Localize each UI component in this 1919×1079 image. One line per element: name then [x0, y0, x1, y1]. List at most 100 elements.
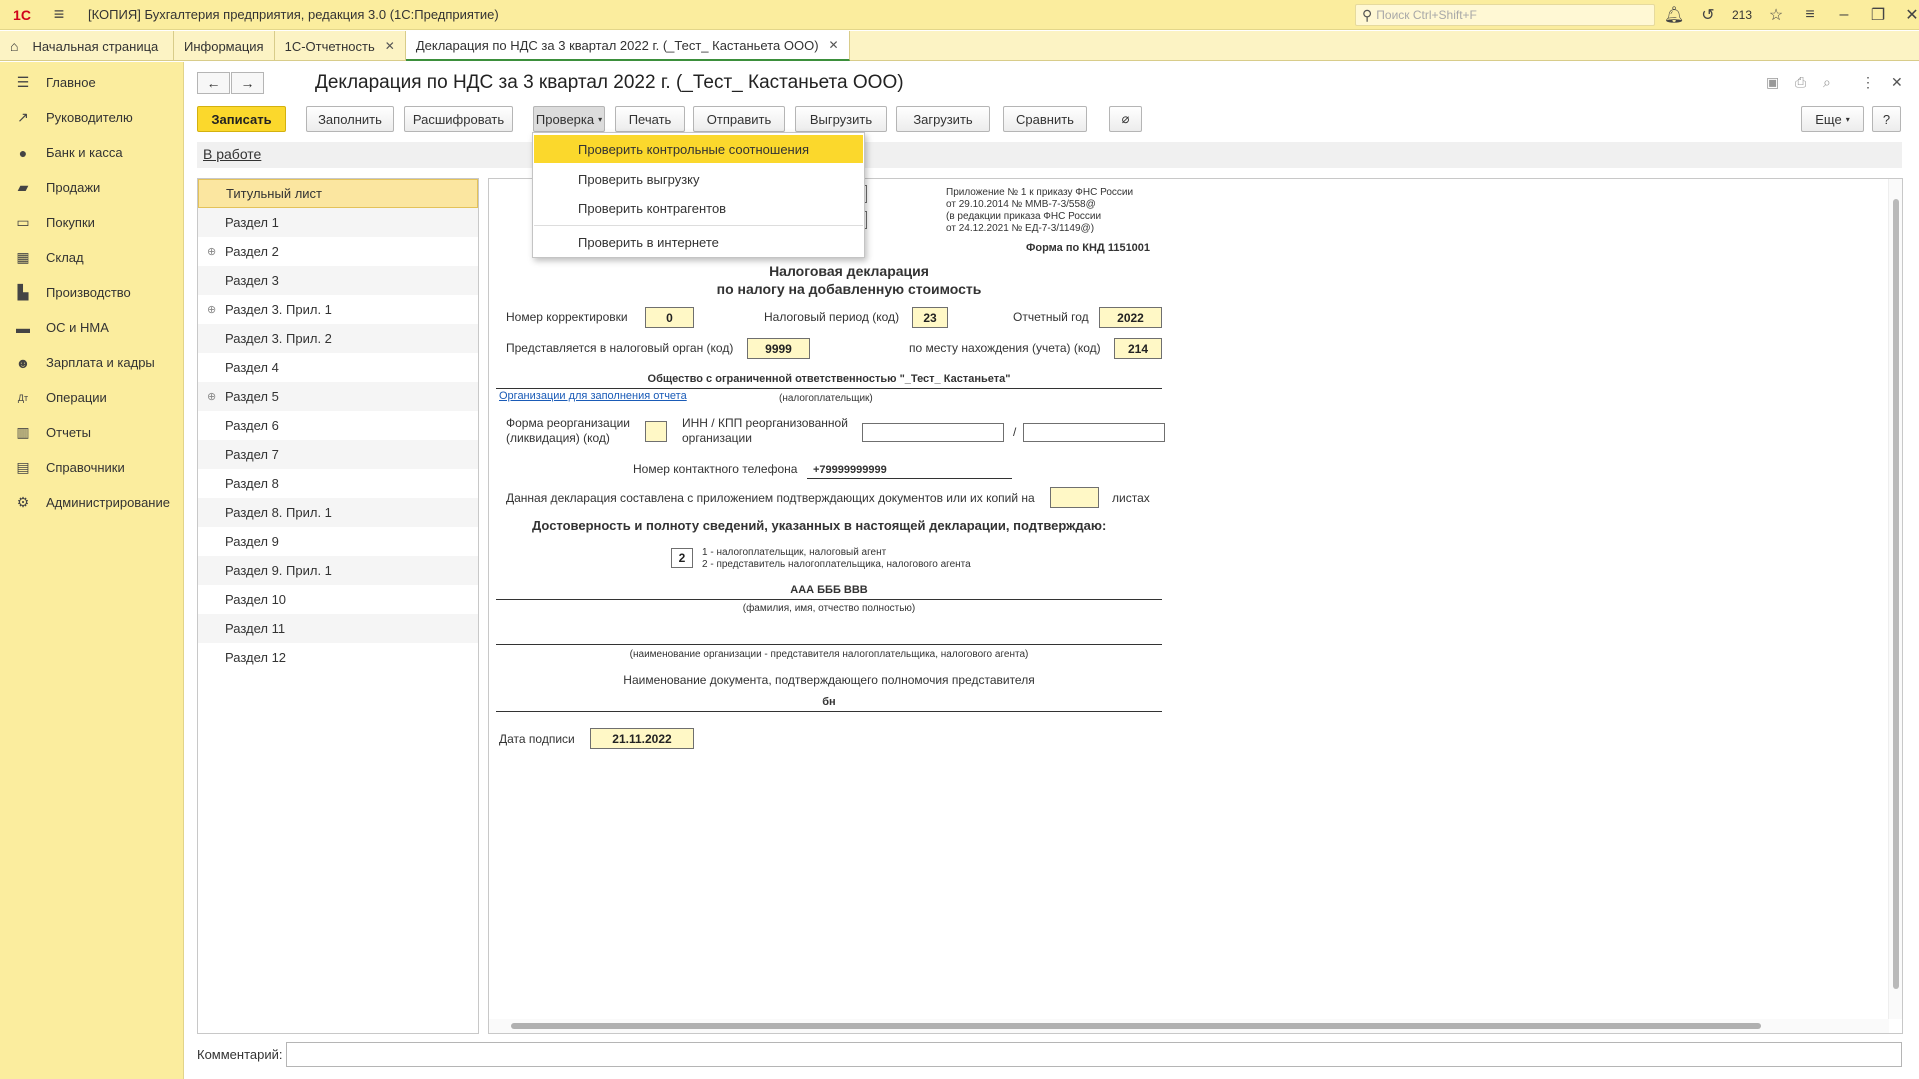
expand-icon[interactable]: ⊕ — [207, 390, 216, 403]
list-item[interactable]: Раздел 10 — [198, 585, 478, 614]
tab-reporting[interactable]: 1С-Отчетность ✕ — [275, 31, 406, 61]
pages-suffix: листах — [1112, 491, 1150, 505]
list-item[interactable]: Раздел 6 — [198, 411, 478, 440]
sidebar-item-catalogs[interactable]: ▤ Справочники — [0, 450, 183, 485]
list-item[interactable]: Раздел 9 — [198, 527, 478, 556]
more-vertical-icon[interactable]: ⋮ — [1861, 74, 1875, 91]
close-icon[interactable]: ✕ — [1895, 0, 1919, 30]
forward-button[interactable]: → — [231, 72, 264, 94]
sidebar-item-label: Главное — [46, 75, 96, 90]
fio-value[interactable]: ААА БББ ВВВ — [496, 584, 1162, 596]
phone-value[interactable]: +79999999999 — [813, 464, 887, 476]
menu-item-check-upload[interactable]: Проверить выгрузку — [534, 165, 863, 193]
sidebar-item-production[interactable]: ▙ Производство — [0, 275, 183, 310]
sign-date-field[interactable]: 21.11.2022 — [590, 728, 694, 749]
save-icon[interactable]: ▣ — [1766, 74, 1779, 91]
more-button[interactable]: Еще ▾ — [1801, 106, 1864, 132]
sidebar-item-reports[interactable]: ▥ Отчеты — [0, 415, 183, 450]
restore-icon[interactable]: ❐ — [1861, 0, 1895, 30]
list-item[interactable]: Раздел 4 — [198, 353, 478, 382]
period-label: Налоговый период (код) — [764, 310, 900, 324]
sidebar-item-assets[interactable]: ▬ ОС и НМА — [0, 310, 183, 345]
org-link[interactable]: Организации для заполнения отчета — [499, 390, 687, 402]
minimize-icon[interactable]: – — [1827, 0, 1861, 30]
list-item[interactable]: ⊕ Раздел 5 — [198, 382, 478, 411]
correction-field[interactable]: 0 — [645, 307, 694, 328]
decode-button[interactable]: Расшифровать — [404, 106, 513, 132]
list-item[interactable]: Раздел 1 — [198, 208, 478, 237]
list-item[interactable]: Титульный лист — [198, 179, 478, 208]
menu-item-check-online[interactable]: Проверить в интернете — [534, 228, 863, 256]
search-input[interactable]: ⚲ Поиск Ctrl+Shift+F — [1355, 4, 1655, 26]
back-button[interactable]: ← — [197, 72, 230, 94]
history-icon[interactable]: ↺ — [1691, 0, 1725, 30]
sidebar-item-operations[interactable]: Дт Операции — [0, 380, 183, 415]
expand-icon[interactable]: ⊕ — [207, 303, 216, 316]
menu-item-check-counterparties[interactable]: Проверить контрагентов — [534, 194, 863, 222]
list-item[interactable]: Раздел 11 — [198, 614, 478, 643]
list-item[interactable]: ⊕ Раздел 3. Прил. 1 — [198, 295, 478, 324]
load-button[interactable]: Загрузить — [896, 106, 990, 132]
list-item[interactable]: Раздел 8. Прил. 1 — [198, 498, 478, 527]
list-item[interactable]: Раздел 12 — [198, 643, 478, 672]
vertical-scrollbar[interactable] — [1888, 179, 1902, 1019]
list-item[interactable]: Раздел 9. Прил. 1 — [198, 556, 478, 585]
pages-field[interactable] — [1050, 487, 1099, 508]
bell-icon[interactable]: 🔔︎ — [1657, 0, 1691, 30]
scroll-thumb[interactable] — [511, 1023, 1761, 1029]
period-field[interactable]: 23 — [912, 307, 948, 328]
sidebar-item-manager[interactable]: ↗ Руководителю — [0, 100, 183, 135]
cart-icon: ▭ — [16, 214, 30, 230]
list-item[interactable]: Раздел 3. Прил. 2 — [198, 324, 478, 353]
send-button[interactable]: Отправить — [693, 106, 785, 132]
menu-item-check-ratios[interactable]: Проверить контрольные соотношения — [534, 135, 863, 163]
scroll-thumb[interactable] — [1893, 199, 1899, 989]
notification-count[interactable]: 213 — [1725, 8, 1759, 22]
list-item[interactable]: Раздел 3 — [198, 266, 478, 295]
settings-menu-icon[interactable]: ≡ — [1793, 0, 1827, 30]
reorg-inn-field[interactable] — [862, 423, 1004, 442]
list-item[interactable]: ⊕ Раздел 2 — [198, 237, 478, 266]
preview-icon[interactable]: ⌕ — [1823, 74, 1831, 91]
expand-icon[interactable]: ⊕ — [207, 245, 216, 258]
close-form-icon[interactable]: ✕ — [1891, 74, 1903, 91]
tab-home[interactable]: ⌂ Начальная страница — [0, 31, 174, 61]
sidebar-item-admin[interactable]: ⚙ Администрирование — [0, 485, 183, 520]
tab-declaration[interactable]: Декларация по НДС за 3 квартал 2022 г. (… — [405, 31, 850, 61]
reorg-field[interactable] — [645, 421, 667, 442]
sidebar-item-warehouse[interactable]: ▦ Склад — [0, 240, 183, 275]
year-field[interactable]: 2022 — [1099, 307, 1162, 328]
sidebar-item-salary[interactable]: ☻ Зарплата и кадры — [0, 345, 183, 380]
status-link[interactable]: В работе — [203, 146, 261, 162]
close-tab-icon[interactable]: ✕ — [829, 38, 839, 52]
tab-info[interactable]: Информация — [174, 31, 275, 61]
sidebar-item-main[interactable]: ☰ Главное — [0, 65, 183, 100]
search-placeholder: Поиск Ctrl+Shift+F — [1376, 8, 1477, 22]
sidebar-item-sales[interactable]: ▰ Продажи — [0, 170, 183, 205]
print-button[interactable]: Печать — [615, 106, 685, 132]
app-logo-icon[interactable]: 1С — [0, 0, 44, 30]
close-tab-icon[interactable]: ✕ — [385, 39, 395, 53]
compare-button[interactable]: Сравнить — [1003, 106, 1087, 132]
horizontal-scrollbar[interactable] — [489, 1019, 1889, 1033]
sidebar-item-bank[interactable]: ● Банк и касса — [0, 135, 183, 170]
sidebar-item-purchases[interactable]: ▭ Покупки — [0, 205, 183, 240]
main-menu-icon[interactable]: ≡ — [44, 0, 74, 30]
list-item[interactable]: Раздел 7 — [198, 440, 478, 469]
star-icon[interactable]: ☆ — [1759, 0, 1793, 30]
attach-button[interactable]: ⌀ — [1109, 106, 1142, 132]
signer-code-field[interactable]: 2 — [671, 548, 693, 568]
fill-button[interactable]: Заполнить — [306, 106, 394, 132]
reorg-kpp-field[interactable] — [1023, 423, 1165, 442]
save-button[interactable]: Записать — [197, 106, 286, 132]
upload-button[interactable]: Выгрузить — [795, 106, 887, 132]
location-field[interactable]: 214 — [1114, 338, 1162, 359]
doc-value[interactable]: бн — [496, 696, 1162, 708]
authority-field[interactable]: 9999 — [747, 338, 810, 359]
comment-input[interactable] — [286, 1042, 1902, 1067]
title-bar-icons: 🔔︎ ↺ 213 ☆ ≡ – ❐ ✕ — [1657, 0, 1919, 30]
print-icon[interactable]: ⎙ — [1795, 74, 1806, 91]
list-item[interactable]: Раздел 8 — [198, 469, 478, 498]
help-button[interactable]: ? — [1872, 106, 1901, 132]
check-button[interactable]: Проверка ▾ — [533, 106, 605, 132]
